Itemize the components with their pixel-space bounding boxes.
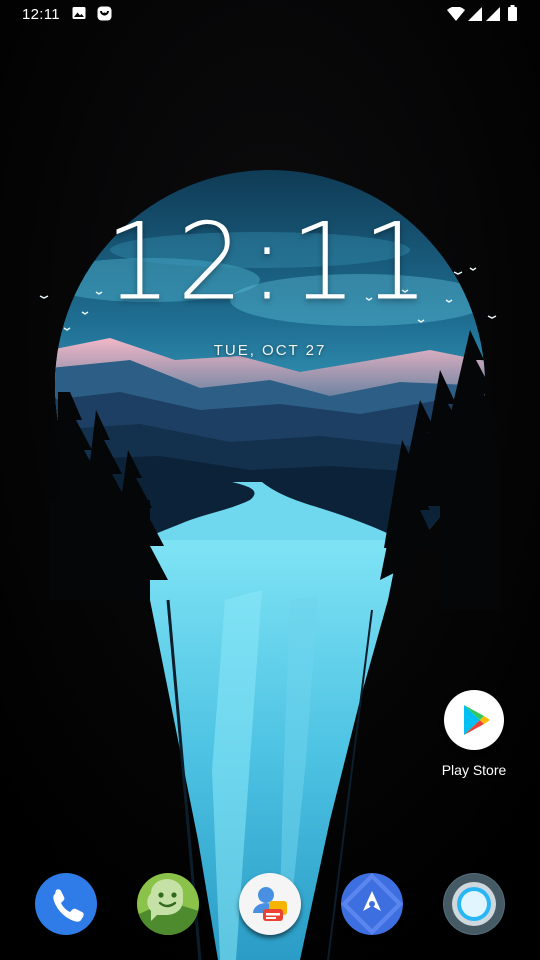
play-store-icon[interactable] <box>444 690 504 750</box>
play-store-label: Play Store <box>441 762 507 778</box>
signal-icon <box>468 7 482 25</box>
signal-icon <box>486 7 500 25</box>
home-screen: 12:11 12:11 TUE, OCT 27 Play Store <box>0 0 540 960</box>
clock-widget-time[interactable]: 12:11 <box>0 199 540 325</box>
status-bar: 12:11 <box>0 0 540 30</box>
navigation-icon <box>341 873 403 935</box>
image-notification-icon <box>72 6 86 24</box>
messaging-icon <box>137 879 199 935</box>
messaging-app-icon[interactable] <box>137 873 199 935</box>
wallpaper-image <box>0 0 540 960</box>
status-time: 12:11 <box>22 6 60 23</box>
navigation-app-icon[interactable] <box>341 873 403 935</box>
clock-time-text: 12:11 <box>105 199 435 325</box>
launcher-notification-icon <box>97 6 112 25</box>
contacts-app-icon[interactable] <box>239 873 301 935</box>
phone-app-icon[interactable] <box>35 873 97 935</box>
battery-icon <box>508 5 517 25</box>
clock-widget-date[interactable]: TUE, OCT 27 <box>0 342 540 359</box>
camera-icon <box>444 874 504 934</box>
camera-app-icon[interactable] <box>443 873 505 935</box>
wifi-icon <box>447 6 465 25</box>
phone-icon <box>53 889 84 922</box>
play-store-shortcut[interactable]: Play Store <box>436 690 512 778</box>
contacts-icon <box>253 887 287 921</box>
